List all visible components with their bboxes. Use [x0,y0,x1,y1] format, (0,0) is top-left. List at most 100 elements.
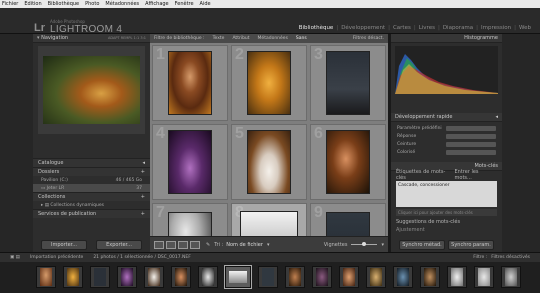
module-slideshow[interactable]: Diaporama [440,25,476,31]
navigator-header[interactable]: ▾ Navigation ADAPT REMPL 1:1 3:1 [33,34,150,43]
folder-row[interactable]: ▭ Jeter LR 37 [33,184,150,192]
collection-set-icon: ▸ ▤ [41,202,51,208]
filter-attribute[interactable]: Attribut [232,36,249,41]
filmstrip-thumb[interactable] [36,266,56,288]
sync-settings-button[interactable]: Synchro param. [448,240,494,250]
keyword-entry-select[interactable]: Entrer les mots... [455,169,497,181]
filmstrip-thumb[interactable] [474,266,494,288]
menu-photo[interactable]: Photo [85,1,99,7]
module-map[interactable]: Cartes [390,25,414,31]
qd-row: Ceinture [397,140,496,148]
filter-preset[interactable]: Filtres désact. [353,36,384,41]
module-print[interactable]: Impression [478,25,514,31]
filmstrip-thumb[interactable] [63,266,83,288]
grid-cell[interactable]: 7 [152,203,228,236]
toolbar-menu-icon[interactable]: ▾ [381,242,384,248]
filter-metadata[interactable]: Métadonnées [258,36,288,41]
secondary-window-icon[interactable]: ▣ ▤ [10,255,20,260]
chevron-down-icon[interactable]: ▾ [267,242,270,248]
slider-thumb[interactable] [362,242,367,246]
module-library[interactable]: Bibliothèque [296,25,337,31]
filmstrip-thumb[interactable] [144,266,164,288]
menu-file[interactable]: Fichier [2,1,18,7]
zoom-fit[interactable]: ADAPT [108,36,120,40]
filmstrip-thumb[interactable] [366,266,386,288]
navigator-preview[interactable] [38,46,145,134]
menu-view[interactable]: Affichage [145,1,169,7]
keywords-textarea[interactable]: Cascade, concessioner [396,181,497,207]
grid-cell[interactable]: 1 [152,45,228,121]
add-icon[interactable]: + [141,194,145,200]
histogram-header[interactable]: Histogramme [391,34,502,43]
collection-smart-row[interactable]: ▸ ▤ Collections dynamiques [33,201,150,209]
survey-view-icon[interactable] [190,240,200,249]
grid-cell[interactable]: 5 [231,124,307,200]
grid-cell[interactable]: 9 [310,203,386,236]
export-button[interactable]: Exporter... [96,240,142,250]
grid-cell[interactable]: 2 [231,45,307,121]
volume-row[interactable]: Pavilion (C:) 46 / 465 Go [33,176,150,184]
publish-header[interactable]: Services de publication + [33,209,150,218]
menu-metadata[interactable]: Métadonnées [105,1,139,7]
sort-select[interactable]: Nom de fichier [226,242,263,248]
filmstrip-thumb[interactable] [117,266,137,288]
grid-cell[interactable]: 4 [152,124,228,200]
filmstrip-thumb[interactable] [90,266,110,288]
filter-text[interactable]: Texte [213,36,225,41]
module-book[interactable]: Livres [416,25,438,31]
zoom-1-1[interactable]: 1:1 [134,36,140,40]
catalog-header[interactable]: Catalogue ◂ [33,158,150,167]
menu-window[interactable]: Fenêtre [175,1,194,7]
filter-none[interactable]: Sans [296,36,307,41]
preset-select[interactable] [446,125,496,131]
import-button[interactable]: Importer... [41,240,87,250]
photo-thumbnail [505,268,517,286]
filmstrip-filter-select[interactable]: Filtres désactivés [491,255,530,260]
filmstrip-thumb[interactable] [312,266,332,288]
grid-cell[interactable]: 3 [310,45,386,121]
collections-header[interactable]: Collections + [33,192,150,201]
grid-cell[interactable]: 6 [310,124,386,200]
filmstrip-thumb[interactable] [393,266,413,288]
painter-icon[interactable]: ✎ [206,242,210,248]
filmstrip-thumb[interactable] [420,266,440,288]
filmstrip-thumb[interactable] [339,266,359,288]
menu-help[interactable]: Aide [200,1,211,7]
quick-develop-header[interactable]: Développement rapide ◂ [391,113,502,122]
loupe-view-icon[interactable] [166,240,176,249]
filmstrip-thumb[interactable] [447,266,467,288]
white-balance-select[interactable] [446,133,496,139]
sync-metadata-button[interactable]: Synchro métad. [399,240,445,250]
filmstrip-thumb-selected[interactable] [224,265,252,289]
vibrance-controls[interactable] [446,149,496,155]
photo-thumbnail [40,268,52,286]
menu-edit[interactable]: Edition [24,1,41,7]
previous-import-source[interactable]: Importation précédente [30,255,83,260]
filmstrip-thumb[interactable] [501,266,521,288]
navigator-title: ▾ Navigation [37,35,69,41]
left-gutter [0,34,33,252]
grid-cell-selected[interactable]: 8 [231,203,307,236]
filmstrip-thumb[interactable] [198,266,218,288]
filmstrip-thumb[interactable] [258,266,278,288]
cell-index: 4 [156,125,165,142]
grid-view-icon[interactable] [154,240,164,249]
filmstrip-thumb[interactable] [285,266,305,288]
filmstrip-thumb[interactable] [171,266,191,288]
folders-header[interactable]: Dossiers + [33,167,150,176]
compare-view-icon[interactable] [178,240,188,249]
filter-title: Filtre de bibliothèque : [154,36,205,41]
lightroom-logo: Lr [34,22,45,34]
add-icon[interactable]: + [141,169,145,175]
module-web[interactable]: Web [516,25,534,31]
tone-controls[interactable] [446,141,496,147]
thumbnail-size-slider[interactable] [351,242,378,246]
qd-row: Réponse [397,132,496,140]
add-icon[interactable]: + [141,211,145,217]
menu-library[interactable]: Bibliothèque [48,1,79,7]
zoom-fill[interactable]: REMPL [121,36,133,40]
ajust-row: Ajustement [391,226,502,234]
keyword-add-input[interactable]: Cliquer ici pour ajouter des mots-clés [396,209,497,216]
module-develop[interactable]: Développement [338,25,388,31]
zoom-3-1[interactable]: 3:1 [140,36,146,40]
